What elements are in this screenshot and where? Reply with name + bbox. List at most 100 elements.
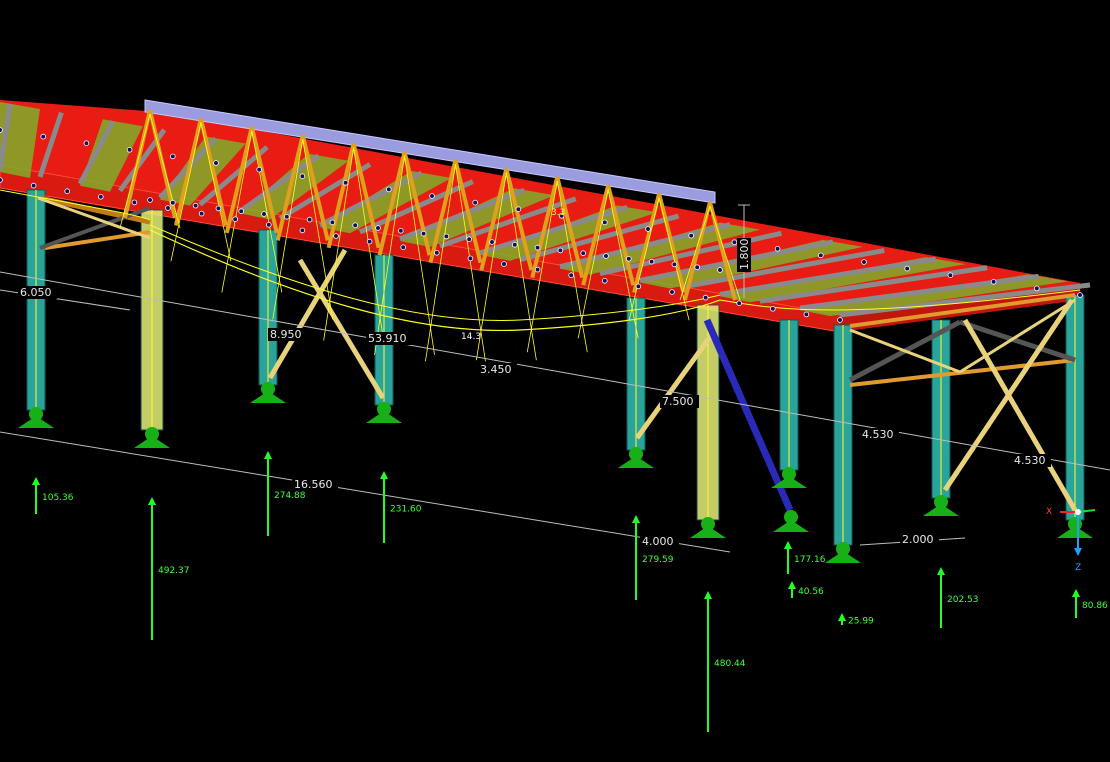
node [429,193,435,199]
dimension-label: 16.560 [294,478,333,491]
node [170,153,176,160]
node [147,197,153,203]
node [580,250,586,257]
reaction-value: 177.16 [794,555,826,565]
support-base [690,526,726,538]
node [329,219,336,226]
node [299,227,306,234]
node [731,239,738,246]
node [1077,292,1083,298]
node [467,255,474,262]
deformation-label-secondary: 3.3 [551,208,565,218]
node [433,250,440,256]
reaction-arrow-head [788,581,796,589]
dimension-label: 3.450 [480,363,512,376]
node [837,317,843,323]
node [215,205,222,212]
node [557,247,564,254]
node [904,265,910,272]
dimension-label: 7.500 [662,395,694,408]
node [375,225,381,231]
dimension-label: 53.910 [368,332,407,345]
node [400,244,407,251]
reaction-value: 279.59 [642,555,674,565]
node [534,266,541,273]
node [238,208,245,215]
node [385,186,392,193]
node [511,242,518,248]
reaction-value: 25.99 [848,617,874,627]
node [603,253,609,259]
model-viewport[interactable]: 6.050 8.950 53.910 3.450 7.500 4.530 4.530 16.5… [0,0,1110,762]
reaction-arrow-head [1072,589,1080,597]
node [126,147,133,153]
node [192,202,199,209]
node [472,199,479,206]
node [515,206,522,213]
structural-model-3d-view[interactable]: 6.050 8.950 53.910 3.450 7.500 4.530 4.530 16.5… [0,0,1110,762]
reaction-arrow-head [148,497,156,505]
reaction-value: 202.53 [947,595,979,605]
node [443,233,450,240]
node [170,200,176,206]
node [261,211,267,217]
x-axis-label: X [1046,507,1052,517]
reaction-arrow-head [380,471,388,479]
node [40,133,46,140]
reaction-arrow-head [784,541,792,549]
support-base [618,456,654,468]
node [669,289,675,295]
node [648,258,655,265]
node [64,188,70,195]
node [671,261,678,268]
node [306,216,313,223]
support-base [18,416,54,428]
node [265,222,272,228]
node [736,300,742,307]
node [717,267,723,273]
reaction-arrow-head [264,451,272,459]
node [342,180,349,186]
dimension-label: 4.530 [862,428,894,441]
reaction-value: 80.86 [1082,601,1108,611]
node [30,182,37,189]
reaction-arrow-head [32,477,40,485]
node [645,226,651,232]
node [774,246,781,252]
node [694,264,700,271]
node [769,305,776,312]
reaction-value: 274.88 [274,491,306,501]
support-base [1057,526,1093,538]
node [947,272,954,279]
dimension-labels: 6.050 8.950 53.910 3.450 7.500 4.530 4.530 16.5… [18,286,1051,548]
node [131,199,138,206]
node [165,205,171,211]
node [256,166,263,173]
node [352,222,359,229]
support-base [366,411,402,423]
node [534,244,541,251]
dimension-label: 8.950 [270,328,302,341]
node [466,236,473,243]
reaction-arrow-head [937,567,945,575]
node [625,255,632,262]
node [688,232,694,239]
node [283,214,290,220]
node [635,283,642,290]
truss-height-label: 1.800 [738,239,751,271]
node [601,277,608,284]
node [601,219,608,226]
node [489,239,495,245]
node [333,233,339,239]
z-axis-label: Z [1075,563,1081,573]
node [990,278,997,285]
node [803,311,810,318]
reaction-value: 40.56 [798,587,824,597]
support-base [923,504,959,516]
node [198,210,205,217]
node [98,194,104,200]
deformation-label-max: 14.3 [461,332,481,342]
node [568,272,574,279]
reaction-arrow-head [704,591,712,599]
node [83,140,90,147]
